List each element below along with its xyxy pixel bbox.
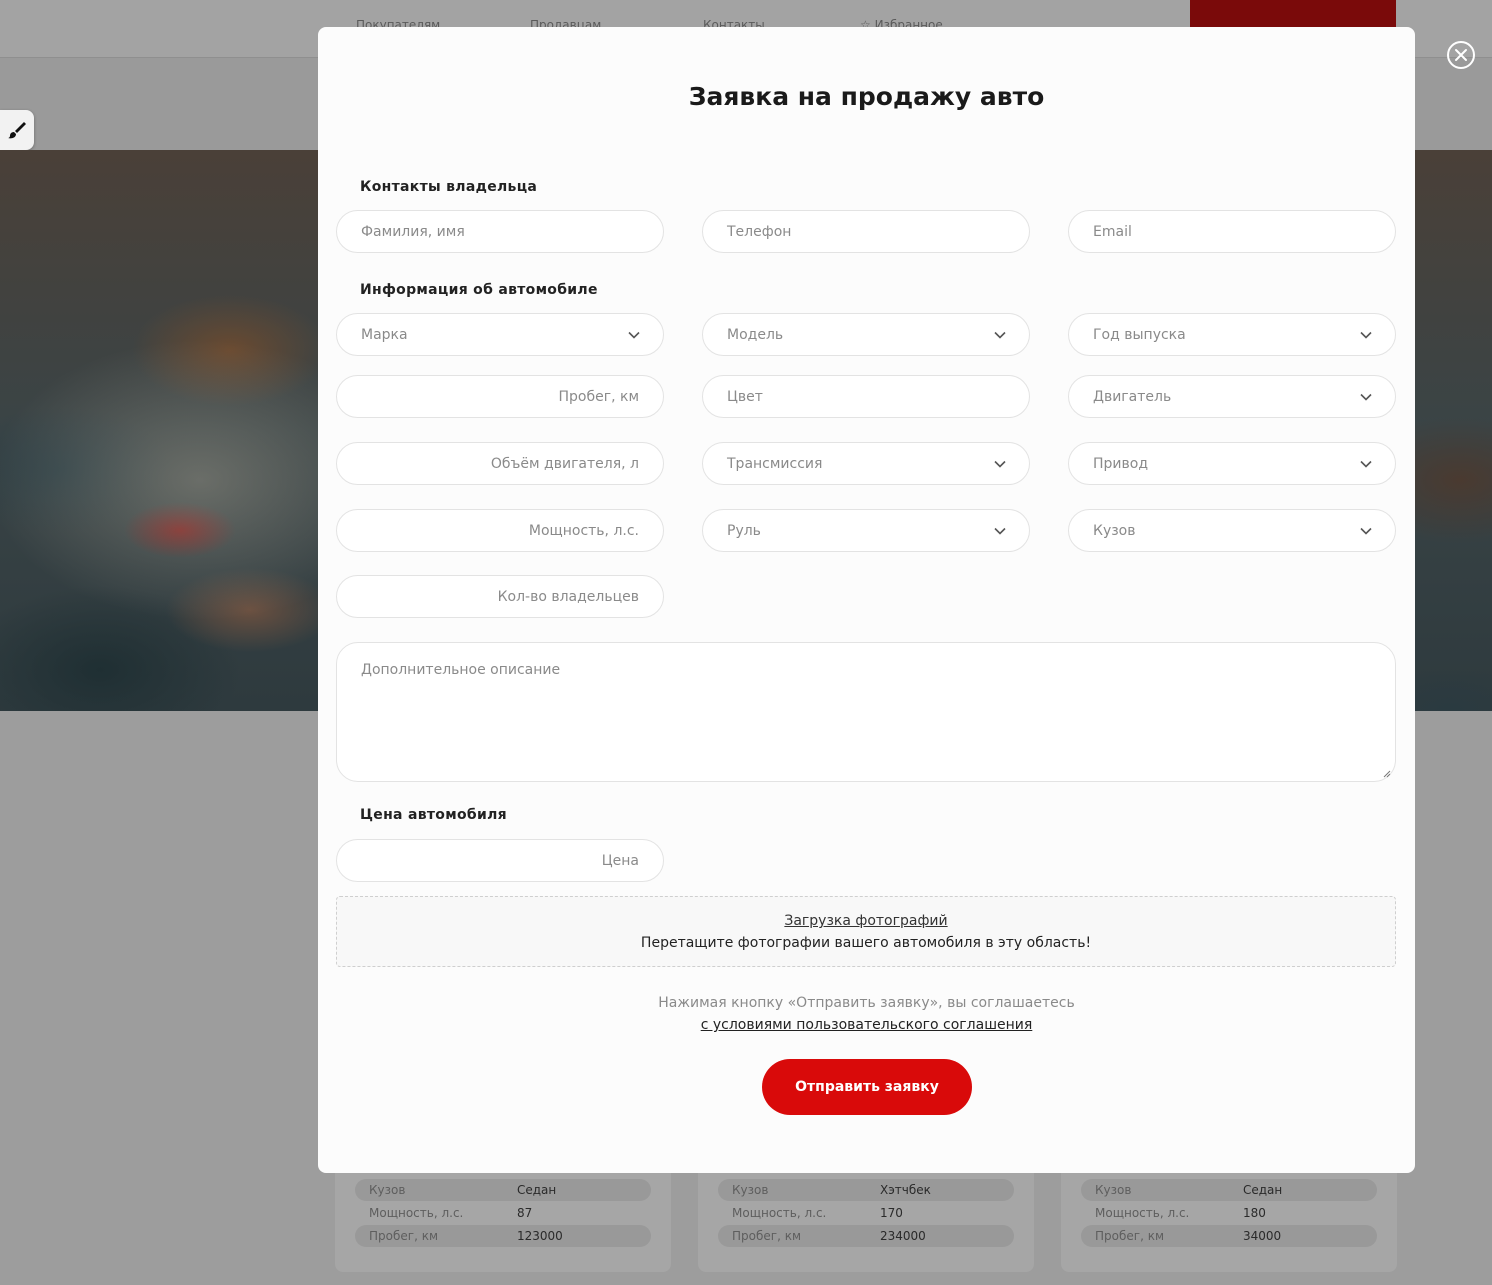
car-info-section-label: Информация об автомобиле	[360, 282, 598, 298]
resize-grip-icon[interactable]	[1383, 770, 1391, 778]
modal-title: Заявка на продажу авто	[688, 82, 1045, 111]
brand-select[interactable]: Марка	[336, 313, 664, 356]
spec-label: Пробег, км	[732, 1229, 801, 1243]
transmission-select-value: Трансмиссия	[727, 456, 823, 472]
power-field[interactable]: Мощность, л.с.	[336, 509, 664, 552]
spec-label: Мощность, л.с.	[369, 1206, 464, 1220]
spec-label: Пробег, км	[1095, 1229, 1164, 1243]
chevron-down-icon	[994, 460, 1006, 468]
spec-row: Пробег, км 123000	[355, 1225, 651, 1247]
spec-value: 180	[1243, 1206, 1266, 1220]
email-field[interactable]: Email	[1068, 210, 1396, 253]
phone-field-placeholder: Телефон	[727, 224, 792, 240]
steering-select-value: Руль	[727, 523, 761, 539]
engine-volume-field-placeholder: Объём двигателя, л	[490, 456, 639, 472]
photo-upload-hint: Перетащите фотографии вашего автомобиля …	[640, 935, 1092, 951]
spec-row: Пробег, км 34000	[1081, 1225, 1377, 1247]
engine-volume-field[interactable]: Объём двигателя, л	[336, 442, 664, 485]
spec-label: Кузов	[1095, 1183, 1132, 1197]
email-field-placeholder: Email	[1093, 224, 1132, 240]
chevron-down-icon	[994, 527, 1006, 535]
spec-value: 234000	[880, 1229, 926, 1243]
price-section-label: Цена автомобиля	[360, 807, 507, 823]
spec-label: Кузов	[369, 1183, 406, 1197]
spec-row: Кузов Седан	[355, 1179, 651, 1201]
chevron-down-icon	[1360, 393, 1372, 401]
color-field-placeholder: Цвет	[727, 389, 763, 405]
spec-value: 170	[880, 1206, 903, 1220]
close-icon	[1455, 49, 1467, 61]
brand-select-value: Марка	[361, 327, 408, 343]
description-textarea[interactable]: Дополнительное описание	[336, 642, 1396, 782]
price-field[interactable]: Цена	[336, 839, 664, 882]
spec-row: Мощность, л.с. 180	[1081, 1202, 1377, 1224]
name-field-placeholder: Фамилия, имя	[361, 224, 465, 240]
name-field[interactable]: Фамилия, имя	[336, 210, 664, 253]
agreement-text: Нажимая кнопку «Отправить заявку», вы со…	[658, 995, 1075, 1011]
spec-value: 34000	[1243, 1229, 1282, 1243]
mileage-field-placeholder: Пробег, км	[558, 389, 640, 405]
photo-upload-link[interactable]: Загрузка фотографий	[784, 913, 947, 929]
contacts-section-label: Контакты владельца	[360, 179, 538, 195]
owners-field-placeholder: Кол-во владельцев	[497, 589, 639, 605]
close-button[interactable]	[1447, 41, 1475, 69]
owners-field[interactable]: Кол-во владельцев	[336, 575, 664, 618]
spec-row: Мощность, л.с. 170	[718, 1202, 1014, 1224]
header-cta-button[interactable]	[1190, 0, 1396, 30]
agreement-link[interactable]: с условиями пользовательского соглашения	[701, 1017, 1033, 1033]
agreement-row: с условиями пользовательского соглашения	[318, 1017, 1415, 1033]
spec-value: Хэтчбек	[880, 1183, 931, 1197]
engine-select[interactable]: Двигатель	[1068, 375, 1396, 418]
mileage-field[interactable]: Пробег, км	[336, 375, 664, 418]
photo-dropzone[interactable]: Загрузка фотографий Перетащите фотографи…	[336, 896, 1396, 967]
brush-icon	[8, 122, 26, 139]
drive-select[interactable]: Привод	[1068, 442, 1396, 485]
spec-value: 123000	[517, 1229, 563, 1243]
chevron-down-icon	[994, 331, 1006, 339]
car-card[interactable]: Кузов Седан Мощность, л.с. 87 Пробег, км 12…	[335, 1160, 671, 1272]
spec-value: Седан	[517, 1183, 557, 1197]
chevron-down-icon	[1360, 460, 1372, 468]
year-select-value: Год выпуска	[1093, 327, 1186, 343]
spec-value: 87	[517, 1206, 533, 1220]
car-card[interactable]: Кузов Хэтчбек Мощность, л.с. 170 Пробег, к…	[698, 1160, 1034, 1272]
drive-select-value: Привод	[1093, 456, 1149, 472]
spec-row: Пробег, км 234000	[718, 1225, 1014, 1247]
body-select-value: Кузов	[1093, 523, 1136, 539]
chevron-down-icon	[628, 331, 640, 339]
spec-label: Мощность, л.с.	[1095, 1206, 1190, 1220]
chevron-down-icon	[1360, 331, 1372, 339]
steering-select[interactable]: Руль	[702, 509, 1030, 552]
model-select[interactable]: Модель	[702, 313, 1030, 356]
spec-label: Пробег, км	[369, 1229, 438, 1243]
body-select[interactable]: Кузов	[1068, 509, 1396, 552]
chevron-down-icon	[1360, 527, 1372, 535]
submit-button[interactable]: Отправить заявку	[762, 1059, 972, 1115]
spec-row: Кузов Седан	[1081, 1179, 1377, 1201]
spec-label: Кузов	[732, 1183, 769, 1197]
power-field-placeholder: Мощность, л.с.	[528, 523, 639, 539]
spec-label: Мощность, л.с.	[732, 1206, 827, 1220]
description-placeholder: Дополнительное описание	[361, 662, 561, 678]
spec-value: Седан	[1243, 1183, 1283, 1197]
car-card[interactable]: Кузов Седан Мощность, л.с. 180 Пробег, км 3…	[1061, 1160, 1397, 1272]
engine-select-value: Двигатель	[1093, 389, 1172, 405]
phone-field[interactable]: Телефон	[702, 210, 1030, 253]
photo-upload-row: Загрузка фотографий	[337, 913, 1395, 929]
price-field-placeholder: Цена	[601, 853, 639, 869]
model-select-value: Модель	[727, 327, 784, 343]
sell-car-modal: Заявка на продажу авто Контакты владельц…	[318, 27, 1415, 1173]
spec-row: Мощность, л.с. 87	[355, 1202, 651, 1224]
color-field[interactable]: Цвет	[702, 375, 1030, 418]
theme-tab[interactable]	[0, 110, 34, 150]
transmission-select[interactable]: Трансмиссия	[702, 442, 1030, 485]
spec-row: Кузов Хэтчбек	[718, 1179, 1014, 1201]
year-select[interactable]: Год выпуска	[1068, 313, 1396, 356]
